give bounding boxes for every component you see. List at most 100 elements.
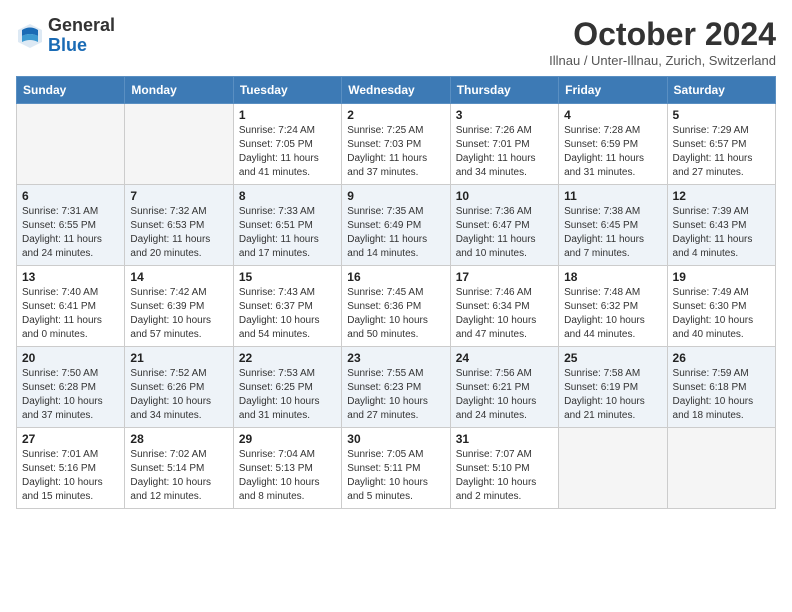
- calendar-cell: 9 Sunrise: 7:35 AMSunset: 6:49 PMDaylight…: [342, 185, 450, 266]
- day-info: Sunrise: 7:56 AMSunset: 6:21 PMDaylight:…: [456, 367, 553, 423]
- weekday-header: Sunday: [17, 77, 125, 104]
- calendar-cell: 27Sunrise: 7:01 AMSunset: 5:16 PMDayligh…: [17, 428, 125, 509]
- calendar-cell: 3 Sunrise: 7:26 AMSunset: 7:01 PMDaylight…: [450, 104, 558, 185]
- day-number: 11: [564, 189, 661, 203]
- day-number: 8: [239, 189, 336, 203]
- day-info: Sunrise: 7:43 AMSunset: 6:37 PMDaylight:…: [239, 286, 336, 342]
- calendar-cell: 24 Sunrise: 7:56 AMSunset: 6:21 PMDayligh…: [450, 347, 558, 428]
- day-number: 17: [456, 270, 553, 284]
- logo: General Blue: [16, 16, 115, 56]
- day-info: Sunrise: 7:05 AMSunset: 5:11 PMDaylight:…: [347, 448, 444, 504]
- weekday-header: Wednesday: [342, 77, 450, 104]
- calendar-cell: 4 Sunrise: 7:28 AMSunset: 6:59 PMDaylight…: [559, 104, 667, 185]
- day-number: 1: [239, 108, 336, 122]
- weekday-header: Friday: [559, 77, 667, 104]
- calendar-cell: 16 Sunrise: 7:45 AMSunset: 6:36 PMDayligh…: [342, 266, 450, 347]
- calendar-cell: 23 Sunrise: 7:55 AMSunset: 6:23 PMDayligh…: [342, 347, 450, 428]
- day-number: 14: [130, 270, 227, 284]
- calendar-cell: 2Sunrise: 7:25 AMSunset: 7:03 PMDaylight…: [342, 104, 450, 185]
- calendar-cell: [559, 428, 667, 509]
- day-info: Sunrise: 7:07 AMSunset: 5:10 PMDaylight:…: [456, 448, 553, 504]
- calendar-week-row: 27Sunrise: 7:01 AMSunset: 5:16 PMDayligh…: [17, 428, 776, 509]
- day-number: 10: [456, 189, 553, 203]
- day-info: Sunrise: 7:55 AMSunset: 6:23 PMDaylight:…: [347, 367, 444, 423]
- day-number: 16: [347, 270, 444, 284]
- day-info: Sunrise: 7:50 AMSunset: 6:28 PMDaylight:…: [22, 367, 119, 423]
- calendar-cell: 11 Sunrise: 7:38 AMSunset: 6:45 PMDayligh…: [559, 185, 667, 266]
- day-number: 4: [564, 108, 661, 122]
- calendar-cell: 28Sunrise: 7:02 AMSunset: 5:14 PMDayligh…: [125, 428, 233, 509]
- calendar-week-row: 1 Sunrise: 7:24 AMSunset: 7:05 PMDaylight…: [17, 104, 776, 185]
- calendar-cell: 19Sunrise: 7:49 AMSunset: 6:30 PMDayligh…: [667, 266, 775, 347]
- day-number: 19: [673, 270, 770, 284]
- calendar-cell: 1 Sunrise: 7:24 AMSunset: 7:05 PMDaylight…: [233, 104, 341, 185]
- day-number: 21: [130, 351, 227, 365]
- day-number: 28: [130, 432, 227, 446]
- day-number: 20: [22, 351, 119, 365]
- day-info: Sunrise: 7:58 AMSunset: 6:19 PMDaylight:…: [564, 367, 661, 423]
- day-info: Sunrise: 7:32 AMSunset: 6:53 PMDaylight:…: [130, 205, 227, 261]
- calendar-cell: 22Sunrise: 7:53 AMSunset: 6:25 PMDayligh…: [233, 347, 341, 428]
- calendar-week-row: 6Sunrise: 7:31 AMSunset: 6:55 PMDaylight…: [17, 185, 776, 266]
- day-info: Sunrise: 7:39 AMSunset: 6:43 PMDaylight:…: [673, 205, 770, 261]
- day-number: 31: [456, 432, 553, 446]
- logo-text: General Blue: [48, 16, 115, 56]
- day-number: 9: [347, 189, 444, 203]
- day-number: 18: [564, 270, 661, 284]
- calendar-cell: 14 Sunrise: 7:42 AMSunset: 6:39 PMDayligh…: [125, 266, 233, 347]
- calendar-cell: 18 Sunrise: 7:48 AMSunset: 6:32 PMDayligh…: [559, 266, 667, 347]
- title-block: October 2024 Illnau / Unter-Illnau, Zuri…: [549, 16, 776, 68]
- day-number: 24: [456, 351, 553, 365]
- calendar-cell: 15 Sunrise: 7:43 AMSunset: 6:37 PMDayligh…: [233, 266, 341, 347]
- weekday-header: Tuesday: [233, 77, 341, 104]
- day-info: Sunrise: 7:29 AMSunset: 6:57 PMDaylight:…: [673, 124, 770, 180]
- day-info: Sunrise: 7:24 AMSunset: 7:05 PMDaylight:…: [239, 124, 336, 180]
- day-number: 15: [239, 270, 336, 284]
- day-number: 12: [673, 189, 770, 203]
- calendar-week-row: 13 Sunrise: 7:40 AMSunset: 6:41 PMDayligh…: [17, 266, 776, 347]
- day-info: Sunrise: 7:33 AMSunset: 6:51 PMDaylight:…: [239, 205, 336, 261]
- calendar-cell: 8 Sunrise: 7:33 AMSunset: 6:51 PMDaylight…: [233, 185, 341, 266]
- day-info: Sunrise: 7:40 AMSunset: 6:41 PMDaylight:…: [22, 286, 119, 342]
- day-info: Sunrise: 7:28 AMSunset: 6:59 PMDaylight:…: [564, 124, 661, 180]
- day-info: Sunrise: 7:59 AMSunset: 6:18 PMDaylight:…: [673, 367, 770, 423]
- page-header: General Blue October 2024 Illnau / Unter…: [16, 16, 776, 68]
- day-info: Sunrise: 7:42 AMSunset: 6:39 PMDaylight:…: [130, 286, 227, 342]
- day-number: 29: [239, 432, 336, 446]
- calendar-cell: 29Sunrise: 7:04 AMSunset: 5:13 PMDayligh…: [233, 428, 341, 509]
- calendar-cell: 31 Sunrise: 7:07 AMSunset: 5:10 PMDayligh…: [450, 428, 558, 509]
- calendar-cell: 26Sunrise: 7:59 AMSunset: 6:18 PMDayligh…: [667, 347, 775, 428]
- day-info: Sunrise: 7:38 AMSunset: 6:45 PMDaylight:…: [564, 205, 661, 261]
- location: Illnau / Unter-Illnau, Zurich, Switzerla…: [549, 53, 776, 68]
- month-title: October 2024: [549, 16, 776, 53]
- calendar-cell: 5Sunrise: 7:29 AMSunset: 6:57 PMDaylight…: [667, 104, 775, 185]
- day-info: Sunrise: 7:35 AMSunset: 6:49 PMDaylight:…: [347, 205, 444, 261]
- calendar-cell: 12 Sunrise: 7:39 AMSunset: 6:43 PMDayligh…: [667, 185, 775, 266]
- calendar-cell: 17Sunrise: 7:46 AMSunset: 6:34 PMDayligh…: [450, 266, 558, 347]
- day-number: 13: [22, 270, 119, 284]
- day-info: Sunrise: 7:48 AMSunset: 6:32 PMDaylight:…: [564, 286, 661, 342]
- calendar-cell: 20 Sunrise: 7:50 AMSunset: 6:28 PMDayligh…: [17, 347, 125, 428]
- calendar-cell: [125, 104, 233, 185]
- weekday-header: Saturday: [667, 77, 775, 104]
- calendar-cell: 13 Sunrise: 7:40 AMSunset: 6:41 PMDayligh…: [17, 266, 125, 347]
- day-info: Sunrise: 7:26 AMSunset: 7:01 PMDaylight:…: [456, 124, 553, 180]
- day-number: 23: [347, 351, 444, 365]
- day-number: 22: [239, 351, 336, 365]
- calendar-cell: [17, 104, 125, 185]
- day-info: Sunrise: 7:01 AMSunset: 5:16 PMDaylight:…: [22, 448, 119, 504]
- calendar-cell: 30 Sunrise: 7:05 AMSunset: 5:11 PMDayligh…: [342, 428, 450, 509]
- day-number: 30: [347, 432, 444, 446]
- calendar-cell: 6Sunrise: 7:31 AMSunset: 6:55 PMDaylight…: [17, 185, 125, 266]
- logo-icon: [16, 22, 44, 50]
- day-info: Sunrise: 7:45 AMSunset: 6:36 PMDaylight:…: [347, 286, 444, 342]
- day-number: 6: [22, 189, 119, 203]
- day-info: Sunrise: 7:25 AMSunset: 7:03 PMDaylight:…: [347, 124, 444, 180]
- calendar-cell: 7Sunrise: 7:32 AMSunset: 6:53 PMDaylight…: [125, 185, 233, 266]
- weekday-header-row: SundayMondayTuesdayWednesdayThursdayFrid…: [17, 77, 776, 104]
- logo-blue-text: Blue: [48, 35, 87, 55]
- day-number: 3: [456, 108, 553, 122]
- logo-general-text: General: [48, 15, 115, 35]
- day-info: Sunrise: 7:36 AMSunset: 6:47 PMDaylight:…: [456, 205, 553, 261]
- weekday-header: Monday: [125, 77, 233, 104]
